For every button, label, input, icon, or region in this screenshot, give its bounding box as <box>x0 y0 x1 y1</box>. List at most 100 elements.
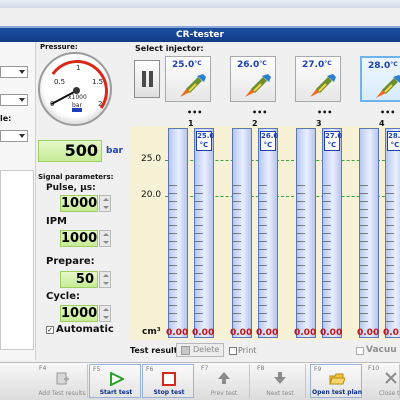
chevron-down-icon <box>19 134 25 138</box>
fkey-f6[interactable]: F6 Stop test <box>142 364 194 398</box>
delete-button[interactable]: Delete <box>176 343 224 357</box>
left-panel: le: <box>0 42 36 360</box>
fkey-label: Stop test <box>153 389 185 396</box>
fkey-f10[interactable]: F10 Close te <box>365 364 400 398</box>
test-result-label: Test result: <box>130 346 181 355</box>
tube-scale <box>195 185 203 329</box>
prepare-label: Prepare: <box>46 256 95 267</box>
cycle-stepper[interactable] <box>99 305 111 322</box>
left-field-label: le: <box>0 114 12 123</box>
fkey-code: F7 <box>201 365 209 372</box>
injector-more-dots[interactable]: ••• <box>380 108 395 117</box>
left-select-1[interactable] <box>0 66 28 78</box>
ipm-input[interactable]: 1000 <box>60 230 98 247</box>
stop-icon <box>162 372 176 386</box>
injector-temp: 25.0°C <box>172 60 202 70</box>
pressure-value[interactable]: 500 <box>38 140 102 162</box>
tube-right: 25.0 °C <box>194 128 214 338</box>
tube-scale <box>386 185 394 329</box>
close-icon <box>385 372 397 384</box>
cycle-input[interactable]: 1000 <box>60 305 98 322</box>
fkey-f9[interactable]: F9 Open test plan <box>310 364 362 398</box>
left-text-area[interactable] <box>0 170 34 350</box>
tube-left <box>359 128 379 338</box>
tube-temperature: 26.0 °C <box>260 131 279 151</box>
tube-left <box>168 128 188 338</box>
prepare-stepper[interactable] <box>99 271 111 288</box>
injector-temp: 28.0°C <box>368 61 398 71</box>
prepare-input[interactable]: 50 <box>60 271 98 288</box>
arrow-down-icon <box>274 372 286 384</box>
column-number: 4 <box>379 119 385 128</box>
gauge-mark: 2 <box>98 100 103 108</box>
pressure-label: Pressure: <box>40 43 78 51</box>
tube-left-value: 0.00 <box>166 328 189 338</box>
fkey-label: Add Test results <box>38 390 86 397</box>
ipm-stepper[interactable] <box>99 230 111 247</box>
arrow-up-icon <box>218 372 230 384</box>
injector-button-3[interactable]: 27.0°C <box>295 56 341 102</box>
tube-left <box>232 128 252 338</box>
injector-more-dots[interactable]: ••• <box>317 108 332 117</box>
gauge-mark: 0.5 <box>54 78 66 86</box>
gauge-unit: x1000 <box>68 94 87 101</box>
select-injector-label: Select injector: <box>135 44 204 53</box>
pulse-input[interactable]: 1000 <box>60 195 98 212</box>
gauge-mark: 1 <box>76 64 81 72</box>
column-number: 1 <box>188 119 194 128</box>
fkey-code: F5 <box>93 366 101 373</box>
injector-more-dots[interactable]: ••• <box>187 108 202 117</box>
window-titlebar <box>0 0 400 8</box>
tube-scale <box>233 185 241 329</box>
tube-right-value: 0.00 <box>192 328 215 338</box>
injector-icon <box>376 75 400 98</box>
print-checkbox[interactable] <box>229 347 237 355</box>
left-select-2[interactable] <box>0 94 28 106</box>
tube-right: 28.0°C <box>385 128 400 338</box>
y-tick-label: 25.0 <box>141 154 162 164</box>
fkey-f5[interactable]: F5 Start test <box>89 364 141 398</box>
fkey-label: Open test plan <box>312 389 362 396</box>
fkey-code: F10 <box>368 365 380 372</box>
tube-left-value: 0.00 <box>357 328 380 338</box>
fkey-label: Next test <box>266 390 294 397</box>
injector-more-dots[interactable]: ••• <box>252 108 267 117</box>
vacuum-checkbox[interactable] <box>356 347 364 355</box>
gauge-indicator <box>72 108 82 112</box>
pause-button[interactable] <box>134 60 160 98</box>
tube-left-value: 0.00 <box>230 328 253 338</box>
tube-left-value: 0.00 <box>294 328 317 338</box>
fkey-f8[interactable]: F8 Next test <box>254 364 306 398</box>
fkey-f7[interactable]: F7 Prev test <box>198 364 250 398</box>
automatic-checkbox[interactable]: ✓ <box>46 326 54 334</box>
volume-unit-label: cm³ <box>142 327 161 337</box>
left-select-3[interactable] <box>0 130 28 142</box>
tube-right-value: 0.0 <box>383 328 399 338</box>
add-results-icon <box>56 372 69 385</box>
tube-scale <box>169 185 177 329</box>
injector-button-1[interactable]: 25.0°C <box>165 56 211 102</box>
app-title-bar: CR-tester <box>0 28 400 42</box>
vacuum-label: Vacuu <box>366 345 397 355</box>
injector-icon <box>310 74 336 97</box>
pulse-label: Pulse, µs: <box>46 183 96 193</box>
gauge-mark: 1.5 <box>92 78 104 86</box>
cycle-label: Cycle: <box>46 291 80 302</box>
tube-left <box>296 128 316 338</box>
tube-temperature: 27.0 °C <box>324 131 343 151</box>
chevron-down-icon <box>19 70 25 74</box>
column-number: 2 <box>252 119 258 128</box>
fkey-f4[interactable]: F4 Add Test results <box>36 364 88 398</box>
tube-right: 27.0 °C <box>322 128 342 338</box>
injector-icon <box>180 74 206 97</box>
tube-scale <box>323 185 331 329</box>
pressure-gauge: 0.5 1 1.5 0 2 x1000 bar <box>38 52 113 127</box>
fkey-code: F8 <box>257 365 265 372</box>
gauge-hub <box>73 87 80 94</box>
injector-button-4[interactable]: 28.0°C <box>360 56 400 102</box>
injector-temp: 26.0°C <box>237 60 267 70</box>
app-title: CR-tester <box>176 30 224 40</box>
pulse-stepper[interactable] <box>99 195 111 212</box>
injector-button-2[interactable]: 26.0°C <box>230 56 276 102</box>
injector-icon <box>245 74 271 97</box>
